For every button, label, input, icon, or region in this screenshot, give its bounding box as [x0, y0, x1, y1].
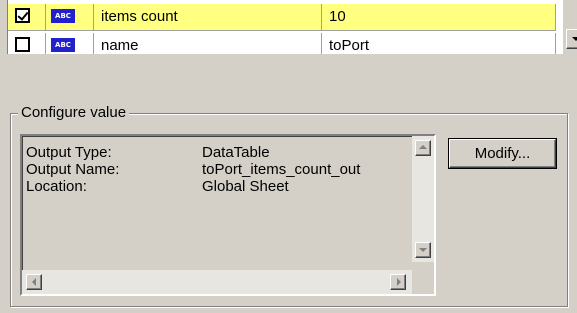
name-cell[interactable]: name — [94, 33, 322, 54]
type-cell: ABC — [46, 33, 94, 54]
grid-vertical-scrollbar[interactable] — [563, 0, 577, 54]
chevron-down-icon — [419, 248, 427, 252]
output-info-box[interactable]: Output Type: DataTable Output Name: toPo… — [20, 134, 436, 296]
grid-row[interactable]: ABC items count 10 — [8, 4, 556, 31]
modify-button[interactable]: Modify... — [448, 138, 557, 169]
chevron-down-icon — [572, 37, 577, 41]
scroll-right-button[interactable] — [390, 274, 406, 290]
scroll-down-button[interactable] — [415, 242, 431, 258]
chevron-up-icon — [419, 145, 427, 149]
row-checkbox[interactable] — [15, 37, 30, 52]
chevron-right-icon — [397, 278, 401, 286]
group-title: Configure value — [18, 103, 130, 123]
field-label: Location: — [26, 178, 87, 195]
string-type-icon: ABC — [51, 9, 75, 23]
checkbox-cell — [8, 4, 46, 31]
grid-row[interactable]: ABC name toPort — [8, 33, 556, 54]
parameter-grid: ABC items count 10 ABC name toPort — [7, 0, 577, 54]
param-name: items count — [101, 8, 178, 25]
scroll-left-button[interactable] — [26, 274, 42, 290]
field-value: DataTable — [202, 144, 270, 161]
string-type-icon: ABC — [51, 38, 75, 52]
chevron-left-icon — [32, 278, 36, 286]
scroll-down-button[interactable] — [566, 29, 577, 49]
param-value: 10 — [329, 8, 346, 25]
value-cell[interactable]: toPort — [322, 33, 556, 54]
field-value: toPort_items_count_out — [202, 161, 361, 178]
field-value: Global Sheet — [202, 178, 289, 195]
param-name: name — [101, 37, 139, 54]
field-label: Output Name: — [26, 161, 120, 178]
value-cell[interactable]: 10 — [322, 4, 556, 31]
type-cell: ABC — [46, 4, 94, 31]
vertical-scrollbar[interactable] — [412, 136, 434, 262]
name-cell[interactable]: items count — [94, 4, 322, 31]
field-label: Output Type: — [26, 144, 112, 161]
checkbox-cell — [8, 33, 46, 54]
horizontal-scrollbar[interactable] — [22, 270, 412, 294]
row-checkbox[interactable] — [15, 8, 30, 23]
param-value: toPort — [329, 37, 370, 54]
scroll-up-button[interactable] — [415, 140, 431, 156]
